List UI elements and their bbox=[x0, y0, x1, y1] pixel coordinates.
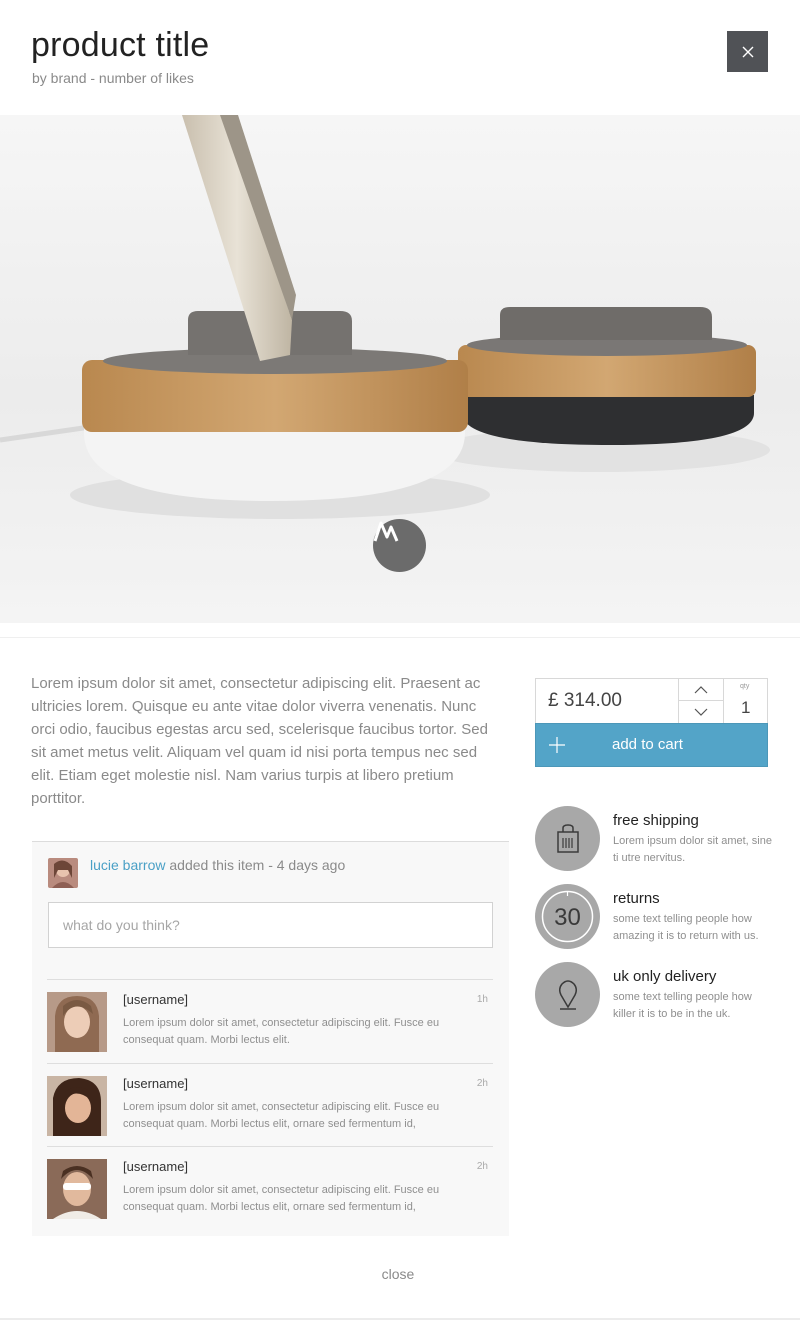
comment-text: Lorem ipsum dolor sit amet, consectetur … bbox=[123, 1017, 440, 1046]
product-description: Lorem ipsum dolor sit amet, consectetur … bbox=[31, 675, 488, 807]
feature-returns: 30 returns some text telling people how … bbox=[535, 884, 775, 950]
chevron-up-icon bbox=[694, 685, 708, 693]
purchase-box: £ 314.00 qty 1 add to cart bbox=[535, 678, 768, 767]
comment-username[interactable]: [username] bbox=[123, 1076, 188, 1091]
activity-text: lucie barrow added this item - 4 days ag… bbox=[90, 856, 360, 874]
comment-time: 2h bbox=[476, 1078, 488, 1089]
quantity-decrease-button[interactable] bbox=[679, 701, 723, 723]
30-days-icon: 30 bbox=[535, 884, 600, 949]
close-link[interactable]: close bbox=[0, 1266, 796, 1282]
feature-title: uk only delivery bbox=[613, 968, 717, 985]
map-pin-icon bbox=[535, 962, 600, 1027]
price-row: £ 314.00 qty 1 bbox=[535, 678, 768, 724]
close-button[interactable] bbox=[727, 31, 768, 72]
product-title: product title bbox=[31, 26, 210, 64]
returns-days: 30 bbox=[554, 904, 581, 931]
add-to-cart-label: add to cart bbox=[612, 736, 683, 753]
comment-username[interactable]: [username] bbox=[123, 1159, 188, 1174]
avatar[interactable] bbox=[47, 1159, 107, 1219]
comment-row: [username] 1h Lorem ipsum dolor sit amet… bbox=[47, 979, 493, 1063]
price: £ 314.00 bbox=[548, 690, 622, 711]
quantity-stepper[interactable] bbox=[678, 679, 724, 724]
feature-uk-delivery: uk only delivery some text telling peopl… bbox=[535, 962, 775, 1028]
close-icon[interactable] bbox=[741, 45, 755, 59]
feature-title: free shipping bbox=[613, 812, 699, 829]
modal-header: product title by brand - number of likes bbox=[0, 0, 800, 115]
divider bbox=[0, 637, 800, 638]
feature-text: some text telling people how amazing it … bbox=[613, 913, 759, 942]
avatar[interactable] bbox=[48, 858, 78, 888]
product-subtitle[interactable]: by brand - number of likes bbox=[32, 70, 194, 86]
comment-username[interactable]: [username] bbox=[123, 992, 188, 1007]
comment-input[interactable] bbox=[48, 902, 493, 948]
plus-icon bbox=[549, 737, 565, 753]
brand-logo-badge[interactable] bbox=[373, 519, 426, 572]
quantity-value[interactable]: 1 bbox=[741, 698, 750, 718]
chevron-down-icon bbox=[694, 708, 708, 716]
activity-description: added this item - 4 days ago bbox=[165, 857, 346, 873]
add-to-cart-button[interactable]: add to cart bbox=[535, 723, 768, 767]
shopping-bag-icon bbox=[535, 806, 600, 871]
comment-time: 1h bbox=[476, 994, 488, 1005]
comment-time: 2h bbox=[476, 1161, 488, 1172]
quantity-label: qty bbox=[740, 683, 750, 690]
feature-free-shipping: free shipping Lorem ipsum dolor sit amet… bbox=[535, 806, 775, 872]
comment-text: Lorem ipsum dolor sit amet, consectetur … bbox=[123, 1184, 440, 1213]
feature-text: Lorem ipsum dolor sit amet, sine ti utre… bbox=[613, 835, 772, 864]
comment-row: [username] 2h Lorem ipsum dolor sit amet… bbox=[47, 1146, 493, 1230]
product-image bbox=[0, 115, 800, 623]
comment-text: Lorem ipsum dolor sit amet, consectetur … bbox=[123, 1101, 440, 1130]
feature-text: some text telling people how killer it i… bbox=[613, 991, 752, 1020]
comments-panel: lucie barrow added this item - 4 days ag… bbox=[32, 841, 509, 1236]
avatar[interactable] bbox=[47, 1076, 107, 1136]
feature-title: returns bbox=[613, 890, 660, 907]
brand-logo-icon bbox=[373, 521, 399, 542]
comment-row: [username] 2h Lorem ipsum dolor sit amet… bbox=[47, 1063, 493, 1147]
avatar[interactable] bbox=[47, 992, 107, 1052]
quantity-increase-button[interactable] bbox=[679, 679, 723, 701]
activity-username-link[interactable]: lucie barrow bbox=[90, 857, 165, 873]
